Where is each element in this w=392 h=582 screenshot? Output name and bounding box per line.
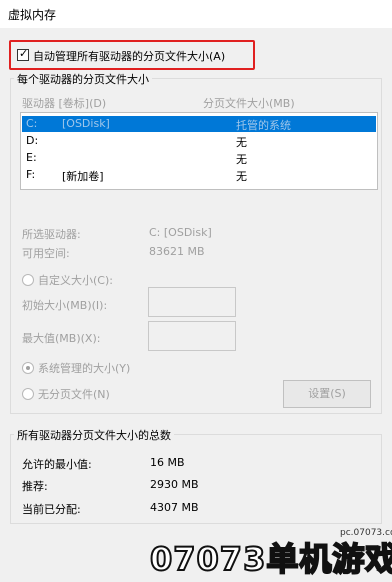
recommended-value: 2930 MB: [150, 478, 199, 491]
no-paging-radio[interactable]: [22, 388, 34, 400]
watermark-logo: 07073单机游戏: [149, 539, 392, 579]
size-column-header: 分页文件大小(MB): [203, 97, 295, 110]
custom-size-label[interactable]: 自定义大小(C):: [38, 272, 113, 288]
free-space-value: 83621 MB: [149, 245, 205, 258]
list-item[interactable]: D: 无: [22, 133, 376, 149]
checkmark-icon: ✓: [19, 47, 29, 60]
system-managed-radio[interactable]: [22, 362, 34, 374]
drive-label: [OSDisk]: [62, 117, 110, 130]
drive-letter: E:: [26, 151, 37, 164]
min-allowed-label: 允许的最小值:: [22, 458, 92, 471]
drive-size: 无: [236, 170, 247, 183]
initial-size-input[interactable]: [148, 287, 236, 317]
drive-size: 无: [236, 153, 247, 166]
list-item[interactable]: F: [新加卷] 无: [22, 167, 376, 183]
selected-drive-value: C: [OSDisk]: [149, 226, 212, 239]
drives-list[interactable]: C: [OSDisk] 托管的系统 D: 无 E: 无 F: [新加卷] 无: [20, 112, 378, 190]
auto-manage-label[interactable]: 自动管理所有驱动器的分页文件大小(A): [33, 48, 225, 64]
initial-size-label: 初始大小(MB)(I):: [22, 299, 108, 312]
drive-label: [新加卷]: [62, 170, 104, 183]
drive-column-header: 驱动器 [卷标](D): [22, 97, 107, 110]
totals-group-legend: 所有驱动器分页文件大小的总数: [14, 427, 174, 443]
free-space-label: 可用空间:: [22, 247, 70, 260]
custom-size-radio[interactable]: [22, 274, 34, 286]
max-size-label: 最大值(MB)(X):: [22, 332, 101, 345]
drives-group-legend: 每个驱动器的分页文件大小: [14, 71, 152, 87]
set-button[interactable]: 设置(S): [283, 380, 371, 408]
list-item[interactable]: C: [OSDisk] 托管的系统: [22, 116, 376, 132]
auto-manage-checkbox[interactable]: ✓: [17, 47, 29, 61]
drive-letter: F:: [26, 168, 36, 181]
drive-size: 无: [236, 136, 247, 149]
recommended-label: 推荐:: [22, 480, 48, 493]
min-allowed-value: 16 MB: [150, 456, 185, 469]
selected-drive-label: 所选驱动器:: [22, 228, 81, 241]
drive-letter: D:: [26, 134, 39, 147]
allocated-label: 当前已分配:: [22, 503, 81, 516]
list-item[interactable]: E: 无: [22, 150, 376, 166]
drive-letter: C:: [26, 117, 38, 130]
drive-size: 托管的系统: [236, 119, 291, 132]
system-managed-label[interactable]: 系统管理的大小(Y): [38, 360, 130, 376]
allocated-value: 4307 MB: [150, 501, 199, 514]
no-paging-label[interactable]: 无分页文件(N): [38, 386, 110, 402]
title-bar: 虚拟内存: [0, 0, 392, 28]
max-size-input[interactable]: [148, 321, 236, 351]
window-title: 虚拟内存: [8, 8, 57, 22]
